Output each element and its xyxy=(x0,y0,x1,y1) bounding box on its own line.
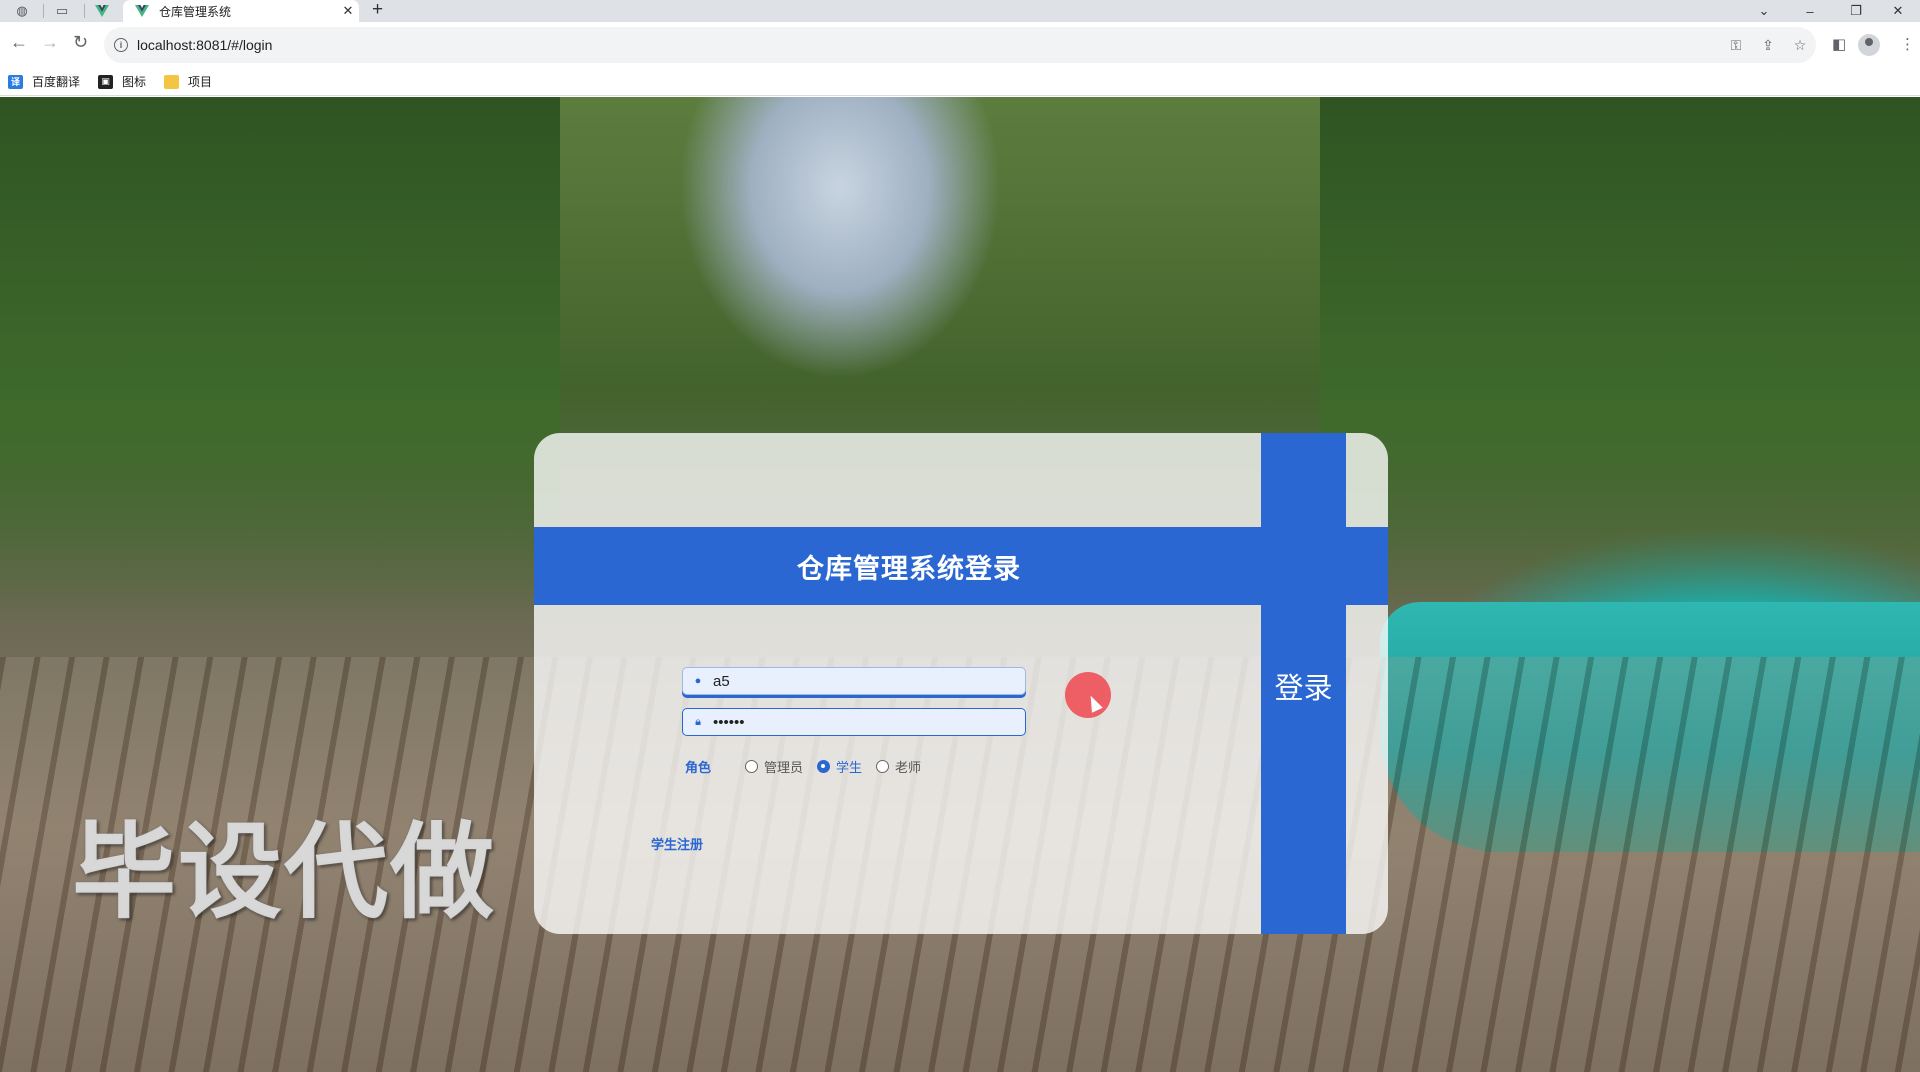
watermark-text: 毕设代做 xyxy=(72,811,497,933)
forest-right xyxy=(1320,97,1920,617)
star-icon[interactable]: ☆ xyxy=(1784,37,1816,54)
tab-divider xyxy=(43,4,44,18)
role-admin-radio[interactable]: 管理员 xyxy=(745,757,803,776)
folder-icon xyxy=(164,74,180,89)
username-input[interactable] xyxy=(713,672,1013,690)
tab-title: 仓库管理系统 xyxy=(159,4,232,19)
password-field[interactable]: 🔒︎ xyxy=(682,708,1026,736)
role-student-label: 学生 xyxy=(836,761,863,776)
address-bar[interactable]: i localhost:8081/#/login ⚿ ⇪ ☆ xyxy=(104,27,1816,63)
role-admin-label: 管理员 xyxy=(764,761,804,776)
tab-search-icon[interactable]: ⌄ xyxy=(1742,0,1786,22)
radio-checked-icon[interactable] xyxy=(817,760,831,773)
reload-icon[interactable]: ↻ xyxy=(73,32,88,53)
bookmark-baidu-translate[interactable]: 译 百度翻译 xyxy=(8,73,80,90)
side-panel-icon[interactable]: ◧ xyxy=(1832,35,1846,53)
role-selector: 角色 管理员 学生 老师 xyxy=(685,757,935,776)
bookmark-label: 项目 xyxy=(188,75,213,89)
blank-tab-icon[interactable]: ▭ xyxy=(48,1,76,21)
image-icon: ▣ xyxy=(98,74,114,89)
password-input[interactable] xyxy=(713,713,1013,731)
bookmark-label: 图标 xyxy=(122,75,147,89)
login-button[interactable]: 登录 xyxy=(1261,433,1346,934)
tab-divider xyxy=(84,4,85,18)
active-tab[interactable]: 仓库管理系统 ✕ xyxy=(123,0,359,22)
globe-icon[interactable]: ◍ xyxy=(8,1,36,21)
radio-icon[interactable] xyxy=(745,760,759,773)
vue-logo-icon xyxy=(135,5,149,17)
role-teacher-label: 老师 xyxy=(895,761,922,776)
role-teacher-radio[interactable]: 老师 xyxy=(876,757,921,776)
translate-icon: 译 xyxy=(8,74,23,89)
close-tab-icon[interactable]: ✕ xyxy=(337,3,359,19)
radio-icon[interactable] xyxy=(876,760,890,773)
username-field[interactable]: ● xyxy=(682,667,1026,695)
forest-left xyxy=(0,97,560,617)
role-student-radio[interactable]: 学生 xyxy=(817,757,862,776)
profile-avatar[interactable] xyxy=(1858,34,1880,56)
lock-icon: 🔒︎ xyxy=(695,715,701,728)
bookmarks-bar: 译 百度翻译 ▣ 图标 项目 xyxy=(0,68,1920,96)
key-icon[interactable]: ⚿ xyxy=(1720,37,1752,54)
minimize-icon[interactable]: – xyxy=(1788,0,1832,22)
user-icon: ● xyxy=(694,675,702,687)
login-page-background: 仓库管理系统登录 ● 🔒︎ 角色 管理员 学生 老师 学生注册 xyxy=(0,97,1920,1072)
vue-tab-icon[interactable] xyxy=(88,1,116,21)
role-label: 角色 xyxy=(685,761,712,776)
new-tab-button[interactable]: + xyxy=(372,0,383,22)
close-window-icon[interactable]: ✕ xyxy=(1876,0,1920,22)
site-info-icon[interactable]: i xyxy=(114,38,128,52)
login-button-label: 登录 xyxy=(1274,671,1333,705)
forward-icon[interactable]: → xyxy=(41,32,59,53)
login-card: 仓库管理系统登录 ● 🔒︎ 角色 管理员 学生 老师 学生注册 xyxy=(534,433,1388,934)
bookmark-icons[interactable]: ▣ 图标 xyxy=(98,73,146,90)
restore-icon[interactable]: ❐ xyxy=(1834,0,1878,22)
click-indicator xyxy=(1065,672,1111,718)
bookmark-projects[interactable]: 项目 xyxy=(164,73,212,90)
bookmark-label: 百度翻译 xyxy=(32,75,81,89)
url-text[interactable]: localhost:8081/#/login xyxy=(137,37,1720,53)
browser-toolbar: ← → ↻ i localhost:8081/#/login ⚿ ⇪ ☆ ◧ ⋮ xyxy=(0,22,1920,68)
login-header: 仓库管理系统登录 xyxy=(534,527,1388,605)
student-register-link[interactable]: 学生注册 xyxy=(651,834,703,853)
back-icon[interactable]: ← xyxy=(10,32,28,53)
tab-strip: ◍ ▭ 仓库管理系统 ✕ + ⌄ – ❐ ✕ xyxy=(0,0,1920,22)
login-title: 仓库管理系统登录 xyxy=(797,553,1021,584)
share-icon[interactable]: ⇪ xyxy=(1752,37,1784,54)
menu-icon[interactable]: ⋮ xyxy=(1900,35,1915,53)
